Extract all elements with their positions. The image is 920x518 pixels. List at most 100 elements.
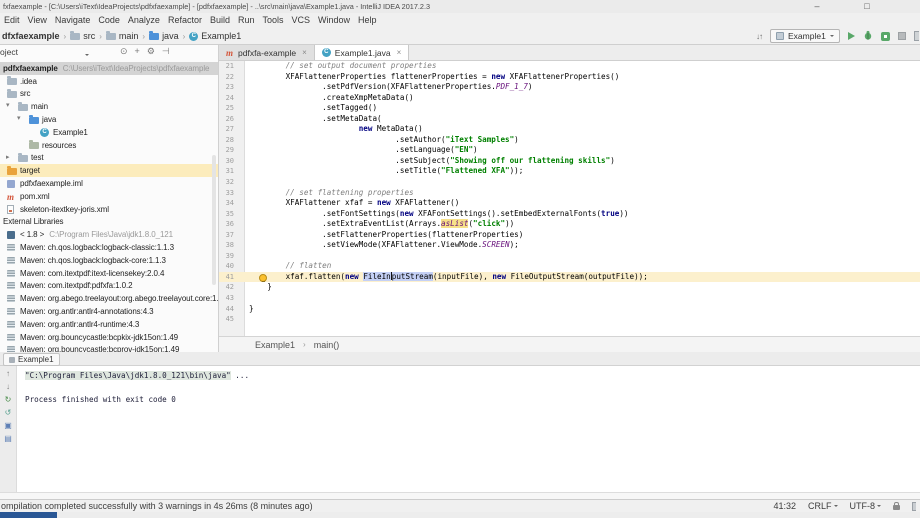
menu-tools[interactable]: Tools	[259, 13, 288, 28]
console-settings-icon[interactable]: ▤	[4, 434, 12, 443]
intention-bulb-icon[interactable]	[259, 273, 267, 283]
code-line-33[interactable]: 33 // set flattening properties	[219, 188, 920, 199]
close-icon[interactable]: ×	[302, 48, 307, 57]
menu-code[interactable]: Code	[94, 13, 124, 28]
code-line-31[interactable]: 31 .setTitle("Flattened XFA"));	[219, 166, 920, 177]
close-icon[interactable]: ×	[397, 48, 402, 57]
code-line-27[interactable]: 27 new MetaData()	[219, 124, 920, 135]
debug-button[interactable]	[863, 27, 873, 45]
tab-example1-java[interactable]: Example1.java ×	[314, 45, 410, 60]
code-line-44[interactable]: 44}	[219, 304, 920, 315]
breadcrumb-item-example1[interactable]: Example1	[188, 31, 242, 41]
code-line-39[interactable]: 39	[219, 251, 920, 262]
tree-item-maven-ch-qos-logback-logback-classic-1-1-3[interactable]: Maven: ch.qos.logback:logback-classic:1.…	[0, 241, 218, 254]
gear-icon[interactable]: ⚙	[147, 46, 155, 57]
run-console[interactable]: "C:\Program Files\Java\jdk1.8.0_121\bin\…	[17, 366, 920, 492]
breadcrumb-item-java[interactable]: java	[148, 31, 180, 41]
search-everywhere-icon[interactable]	[913, 31, 919, 41]
project-panel-title[interactable]: oject	[0, 47, 18, 57]
breadcrumb-item-src[interactable]: src	[69, 31, 96, 41]
tree-item-main[interactable]: ▾ main	[0, 100, 218, 113]
menu-window[interactable]: Window	[314, 13, 354, 28]
minimize-button[interactable]: –	[806, 0, 828, 13]
tree-item-example1[interactable]: Example1	[0, 126, 218, 139]
code-line-36[interactable]: 36 .setExtraEventList(Arrays.asList("cli…	[219, 219, 920, 230]
tree-item-pdfxfaexample[interactable]: pdfxfaexample C:\Users\iText\IdeaProjects…	[0, 62, 218, 75]
menu-build[interactable]: Build	[206, 13, 234, 28]
menu-edit[interactable]: Edit	[0, 13, 24, 28]
code-line-24[interactable]: 24 .createXmpMetaData()	[219, 93, 920, 104]
tree-item-resources[interactable]: resources	[0, 139, 218, 152]
code-line-26[interactable]: 26 .setMetaData(	[219, 114, 920, 125]
code-line-35[interactable]: 35 .setFontSettings(new XFAFontSettings(…	[219, 209, 920, 220]
tree-item-maven-org-bouncycastle-bcpkix-jdk15on-1-49[interactable]: Maven: org.bouncycastle:bcpkix-jdk15on:1…	[0, 331, 218, 344]
code-line-40[interactable]: 40 // flatten	[219, 261, 920, 272]
menu-vcs[interactable]: VCS	[288, 13, 315, 28]
tree-item-java[interactable]: ▾ java	[0, 113, 218, 126]
tree-item-src[interactable]: src	[0, 88, 218, 101]
code-line-37[interactable]: 37 .setFlattenerProperties(flattenerProp…	[219, 230, 920, 241]
breadcrumb-item-dfxfaexample[interactable]: dfxfaexample	[1, 31, 61, 41]
code-line-29[interactable]: 29 .setLanguage("EN")	[219, 145, 920, 156]
run-button[interactable]	[847, 32, 855, 40]
stop-button[interactable]	[897, 32, 906, 40]
tree-item-maven-ch-qos-logback-logback-core-1-1-3[interactable]: Maven: ch.qos.logback:logback-core:1.1.3	[0, 254, 218, 267]
run-config-selector[interactable]: Example1	[770, 29, 840, 43]
hide-panel-icon[interactable]: ⊣	[162, 46, 170, 57]
code-line-41[interactable]: 41 xfaf.flatten(new FileInputStream(inpu…	[219, 271, 920, 283]
code-line-42[interactable]: 42 }	[219, 282, 920, 293]
caret-position[interactable]: 41:32	[773, 501, 796, 511]
up-stack-trace-icon[interactable]: ↑	[6, 369, 10, 378]
chevron-right-icon[interactable]: ▸	[6, 152, 10, 165]
code-line-32[interactable]: 32	[219, 177, 920, 188]
code-line-28[interactable]: 28 .setAuthor("iText Samples")	[219, 135, 920, 146]
encoding-selector[interactable]: UTF-8	[850, 501, 881, 511]
code-line-25[interactable]: 25 .setTagged()	[219, 103, 920, 114]
line-separator-selector[interactable]: CRLF	[808, 501, 838, 511]
tree-item-maven-com-itextpdf-pdfxfa-1-0-2[interactable]: Maven: com.itextpdf:pdfxfa:1.0.2	[0, 280, 218, 293]
maximize-button[interactable]: □	[856, 0, 878, 13]
editor-breadcrumb-main[interactable]: main()	[314, 340, 340, 350]
menu-help[interactable]: Help	[354, 13, 381, 28]
tree-item-1-8[interactable]: < 1.8 > C:\Program Files\Java\jdk1.8.0_12…	[0, 228, 218, 241]
code-line-21[interactable]: 21 // set output document properties	[219, 61, 920, 72]
chevron-down-icon[interactable]: ▾	[6, 100, 10, 113]
tree-item-idea[interactable]: .idea	[0, 75, 218, 88]
tree-item-external-libraries[interactable]: External Libraries	[0, 216, 218, 229]
pin-icon[interactable]: ▣	[4, 421, 12, 430]
code-editor[interactable]: 21 // set output document properties 22 X…	[219, 61, 920, 336]
tree-item-maven-org-abego-treelayout-org-abego-treelayout-core-1-0-1[interactable]: Maven: org.abego.treelayout:org.abego.tr…	[0, 292, 218, 305]
coverage-button[interactable]	[880, 31, 890, 41]
code-line-30[interactable]: 30 .setSubject("Showing off our flatteni…	[219, 156, 920, 167]
project-scrollbar[interactable]	[212, 155, 216, 285]
breadcrumb-item-main[interactable]: main	[105, 31, 140, 41]
code-line-23[interactable]: 23 .setPdfVersion(XFAFlattenerProperties…	[219, 82, 920, 93]
tree-item-test[interactable]: ▸ test	[0, 152, 218, 165]
restore-layout-icon[interactable]: ↺	[5, 408, 12, 417]
editor-breadcrumb-example1[interactable]: Example1	[255, 340, 295, 350]
tree-item-pom-xml[interactable]: pom.xml	[0, 190, 218, 203]
menu-run[interactable]: Run	[234, 13, 259, 28]
code-line-38[interactable]: 38 .setViewMode(XFAFlattener.ViewMode.SC…	[219, 240, 920, 251]
tree-item-pdfxfaexample-iml[interactable]: pdfxfaexample.iml	[0, 177, 218, 190]
locate-file-icon[interactable]: ⊙	[120, 46, 128, 57]
down-stack-trace-icon[interactable]: ↓	[6, 382, 10, 391]
code-line-22[interactable]: 22 XFAFlattenerProperties flattenerPrope…	[219, 72, 920, 83]
lock-icon[interactable]	[893, 501, 900, 510]
chevron-down-icon[interactable]: ▾	[17, 113, 21, 126]
menu-navigate[interactable]: Navigate	[51, 13, 95, 28]
sync-arrows-icon[interactable]: ↓↑	[756, 32, 763, 41]
collapse-all-icon[interactable]: +	[135, 46, 140, 57]
tree-item-maven-org-antlr-antlr4-runtime-4-3[interactable]: Maven: org.antlr:antlr4-runtime:4.3	[0, 318, 218, 331]
tree-item-maven-org-antlr-antlr4-annotations-4-3[interactable]: Maven: org.antlr:antlr4-annotations:4.3	[0, 305, 218, 318]
tree-item-skeleton-itextkey-joris-xml[interactable]: skeleton-itextkey-joris.xml	[0, 203, 218, 216]
menu-refactor[interactable]: Refactor	[164, 13, 206, 28]
code-line-43[interactable]: 43	[219, 293, 920, 304]
tab-pdfxfa-example[interactable]: pdfxfa-example ×	[219, 45, 315, 60]
tree-item-maven-com-itextpdf-itext-licensekey-2-0-4[interactable]: Maven: com.itextpdf:itext-licensekey:2.0…	[0, 267, 218, 280]
code-line-45[interactable]: 45	[219, 314, 920, 325]
code-line-34[interactable]: 34 XFAFlattener xfaf = new XFAFlattener(…	[219, 198, 920, 209]
menu-analyze[interactable]: Analyze	[124, 13, 164, 28]
run-tab[interactable]: Example1	[3, 353, 60, 366]
menu-view[interactable]: View	[24, 13, 51, 28]
